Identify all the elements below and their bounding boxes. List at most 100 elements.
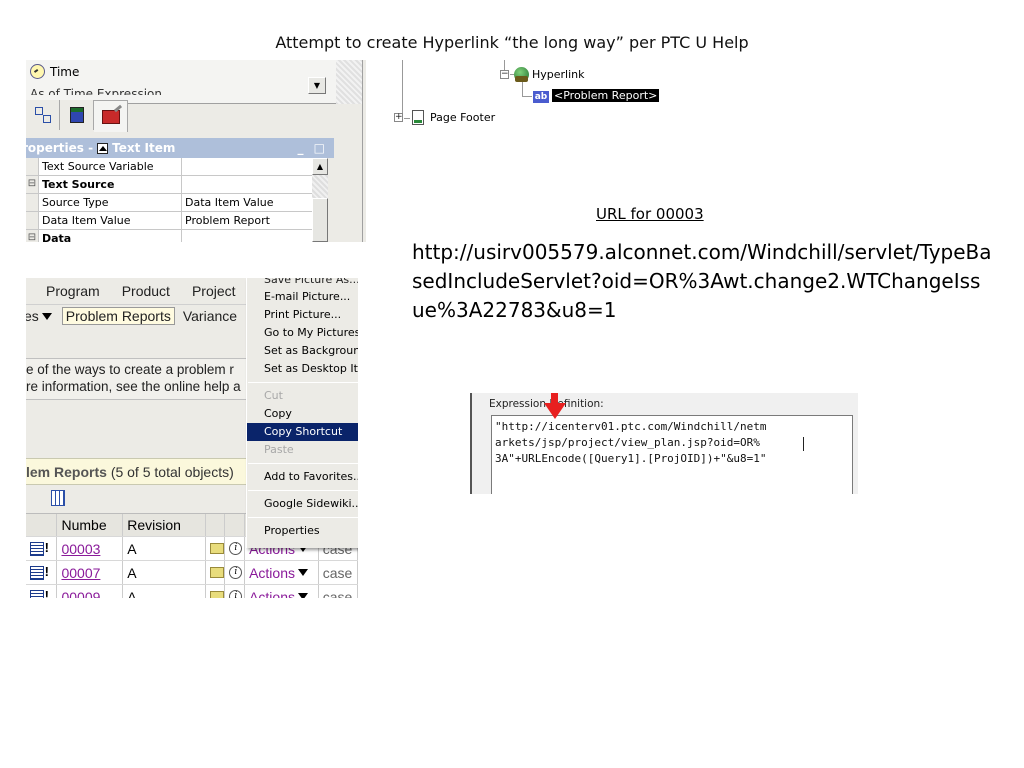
property-value[interactable]: Problem Report — [182, 212, 312, 229]
properties-panel-screenshot: Time As of Time Expression ▼ roperties -… — [26, 60, 366, 242]
scroll-up-button[interactable]: ▲ — [312, 158, 328, 175]
property-group-row[interactable]: ⊟ Text Source — [26, 176, 312, 194]
tree-line — [522, 96, 532, 97]
dropdown-arrow-icon — [41, 313, 52, 321]
mail-icon[interactable] — [209, 543, 224, 554]
info-icon[interactable]: i — [229, 566, 243, 579]
property-row[interactable]: Data Item Value Problem Report — [26, 212, 312, 230]
menu-item-save-picture[interactable]: Save Picture As... — [247, 278, 358, 288]
property-key: Data — [38, 230, 182, 242]
toolbox-icon — [101, 109, 120, 124]
pane-tabs — [26, 100, 128, 132]
menu-item-paste[interactable]: Paste — [247, 441, 358, 459]
scroll-thumb[interactable] — [312, 198, 328, 242]
info-icon[interactable]: i — [229, 542, 243, 555]
menu-item-email-picture[interactable]: E-mail Picture... — [247, 288, 358, 306]
revision-cell: A — [123, 537, 206, 560]
list-count: (5 of 5 total objects) — [110, 464, 234, 480]
type-cell: case — [322, 588, 353, 599]
tab-page-layers[interactable] — [60, 100, 94, 130]
revision-cell: A — [123, 585, 206, 598]
property-value — [182, 176, 312, 193]
properties-header: roperties - Text Item _ □ — [26, 138, 334, 158]
menu-item-set-as-desktop-item[interactable]: Set as Desktop Item... — [247, 360, 358, 378]
find-in-table-icon[interactable] — [51, 490, 65, 506]
nav-sub-partial[interactable]: es — [26, 308, 62, 324]
nav-variance[interactable]: Variance — [183, 308, 237, 324]
properties-item-type: Text Item — [112, 141, 176, 155]
actions-menu[interactable]: Actions — [249, 565, 295, 581]
number-link[interactable]: 00003 — [61, 541, 100, 557]
tab-query-explorer[interactable] — [26, 100, 60, 130]
text-item-icon: ab — [533, 91, 549, 103]
menu-item-set-as-background[interactable]: Set as Background — [247, 342, 358, 360]
nav-program[interactable]: Program — [46, 283, 100, 299]
scrollbar-track[interactable] — [336, 60, 362, 104]
property-value[interactable] — [182, 158, 312, 175]
type-cell: case — [322, 564, 353, 581]
property-value[interactable]: Data Item Value — [182, 194, 312, 211]
nav-problem-reports[interactable]: Problem Reports — [61, 306, 175, 325]
menu-item-copy[interactable]: Copy — [247, 405, 358, 423]
column-header-revision[interactable]: Revision — [123, 514, 206, 536]
menu-item-copy-shortcut[interactable]: Copy Shortcut — [247, 423, 358, 441]
column-header[interactable] — [26, 514, 58, 536]
menu-item-cut[interactable]: Cut — [247, 387, 358, 405]
column-header-number[interactable]: Numbe — [57, 514, 124, 536]
number-link[interactable]: 00009 — [61, 589, 100, 599]
tab-toolbox[interactable] — [94, 100, 128, 132]
insertable-objects-list: Time As of Time Expression ▼ — [26, 60, 336, 104]
menu-separator — [248, 490, 358, 491]
selected-text-item-node[interactable]: <Problem Report> — [552, 89, 660, 102]
page-footer-node[interactable]: Page Footer — [430, 111, 495, 124]
hyperlink-node[interactable]: Hyperlink — [532, 68, 585, 81]
menu-item-add-to-favorites[interactable]: Add to Favorites... — [247, 468, 358, 486]
menu-item-properties[interactable]: Properties — [247, 522, 358, 540]
tree-line — [404, 118, 410, 119]
properties-table: Text Source Variable ⊟ Text Source Sourc… — [26, 158, 312, 242]
dropdown-arrow-icon — [298, 593, 308, 598]
as-of-time-item[interactable]: As of Time Expression — [30, 87, 162, 95]
property-row[interactable]: Source Type Data Item Value — [26, 194, 312, 212]
actions-menu[interactable]: Actions — [249, 589, 295, 599]
problem-report-icon — [30, 588, 49, 598]
mail-icon[interactable] — [209, 591, 224, 598]
property-group-row[interactable]: ⊟ Data — [26, 230, 312, 242]
properties-title: roperties - — [26, 141, 94, 155]
nav-project[interactable]: Project — [192, 283, 236, 299]
properties-scrollbar[interactable]: ▲ — [312, 158, 328, 242]
expression-editor[interactable]: "http://icenterv01.ptc.com/Windchill/net… — [491, 415, 853, 494]
nav-product[interactable]: Product — [122, 283, 170, 299]
time-item[interactable]: Time — [30, 64, 79, 79]
menu-item-go-to-my-pictures[interactable]: Go to My Pictures — [247, 324, 358, 342]
problem-report-icon — [30, 540, 49, 556]
property-key: Text Source — [38, 176, 182, 193]
collapse-toggle[interactable]: ⊟ — [26, 230, 38, 242]
property-key: Data Item Value — [38, 212, 182, 229]
row-expander — [26, 194, 38, 211]
column-header[interactable] — [206, 514, 226, 536]
column-header[interactable] — [225, 514, 246, 536]
select-ancestor-icon[interactable] — [97, 142, 109, 154]
collapse-hyperlink-toggle[interactable]: − — [500, 70, 509, 79]
hyperlink-icon — [514, 67, 529, 82]
table-row: 00007 A i Actions case — [26, 561, 358, 585]
tree-line — [402, 60, 403, 118]
window-controls[interactable]: _ □ — [297, 138, 328, 158]
number-link[interactable]: 00007 — [61, 565, 100, 581]
property-row[interactable]: Text Source Variable — [26, 158, 312, 176]
expand-page-footer-toggle[interactable]: + — [394, 113, 403, 122]
table-row: 00009 A i Actions case — [26, 585, 358, 598]
expression-definition-screenshot: Expression Definition: "http://icenterv0… — [470, 393, 858, 494]
menu-item-print-picture[interactable]: Print Picture... — [247, 306, 358, 324]
menu-item-google-sidewiki[interactable]: Google Sidewiki... — [247, 495, 358, 513]
tree-icon — [34, 107, 51, 123]
expression-line: "http://icenterv01.ptc.com/Windchill/net… — [495, 420, 767, 433]
windchill-list-screenshot: Program Product Project es Problem Repor… — [26, 278, 358, 598]
collapse-toggle[interactable]: ⊟ — [26, 176, 38, 193]
info-icon[interactable]: i — [229, 590, 243, 598]
mail-icon[interactable] — [209, 567, 224, 578]
context-menu: Save Picture As... E-mail Picture... Pri… — [246, 278, 358, 548]
dropdown-arrow-button[interactable]: ▼ — [308, 77, 326, 94]
page-footer-icon — [412, 110, 424, 125]
